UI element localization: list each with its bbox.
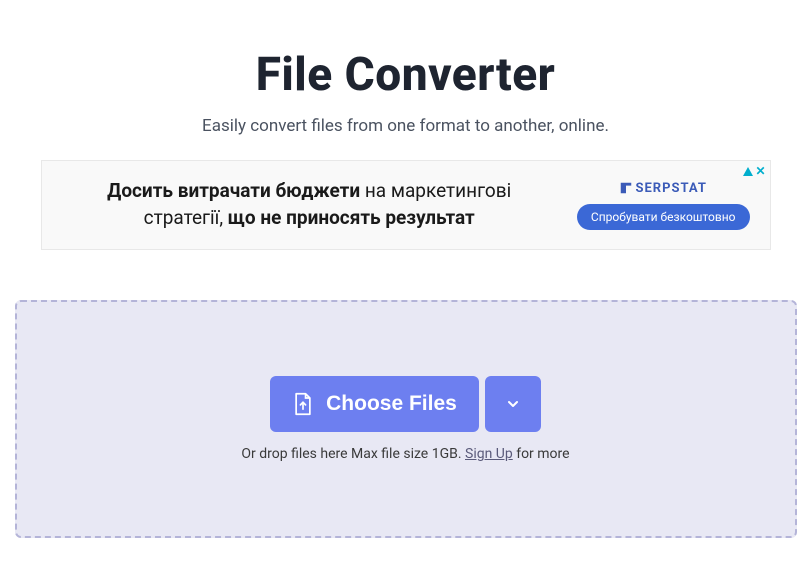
ad-line1-rest: на маркетингові: [360, 179, 511, 202]
ad-text: Досить витрачати бюджети на маркетингові…: [62, 178, 557, 231]
ad-cta-button[interactable]: Спробувати безкоштовно: [577, 204, 750, 230]
ad-line2-start: стратегії,: [144, 206, 228, 229]
dropzone-hint: Or drop files here Max file size 1GB. Si…: [241, 446, 569, 462]
ad-line2-bold: що не приносять результат: [228, 206, 475, 229]
ad-line1-bold: Досить витрачати бюджети: [107, 179, 360, 202]
choose-files-button[interactable]: Choose Files: [270, 376, 479, 432]
hint-prefix: Or drop files here Max file size 1GB.: [241, 446, 465, 462]
ad-brand-name: SERPSTAT: [635, 181, 706, 196]
dropzone-wrapper: Choose Files Or drop files here Max file…: [0, 288, 811, 550]
choose-files-group: Choose Files: [270, 376, 541, 432]
chevron-down-icon: [505, 396, 521, 412]
ad-controls: ✕: [743, 164, 767, 178]
dropzone[interactable]: Choose Files Or drop files here Max file…: [15, 300, 797, 538]
page-container: File Converter Easily convert files from…: [0, 0, 811, 550]
hero-section: File Converter Easily convert files from…: [0, 0, 811, 250]
page-subtitle: Easily convert files from one format to …: [0, 116, 811, 136]
ad-brand-logo: SERPSTAT: [619, 181, 706, 196]
ad-banner[interactable]: ✕ Досить витрачати бюджети на маркетинго…: [41, 160, 771, 250]
hint-suffix: for more: [513, 446, 570, 462]
close-icon[interactable]: ✕: [755, 164, 767, 176]
page-title: File Converter: [0, 48, 811, 102]
brand-icon: [619, 181, 633, 195]
choose-files-label: Choose Files: [326, 392, 457, 416]
signup-link[interactable]: Sign Up: [465, 446, 513, 462]
choose-files-dropdown-button[interactable]: [485, 376, 541, 432]
adchoices-icon[interactable]: [743, 164, 753, 178]
ad-right: SERPSTAT Спробувати безкоштовно: [577, 181, 750, 230]
file-upload-icon: [292, 392, 314, 416]
